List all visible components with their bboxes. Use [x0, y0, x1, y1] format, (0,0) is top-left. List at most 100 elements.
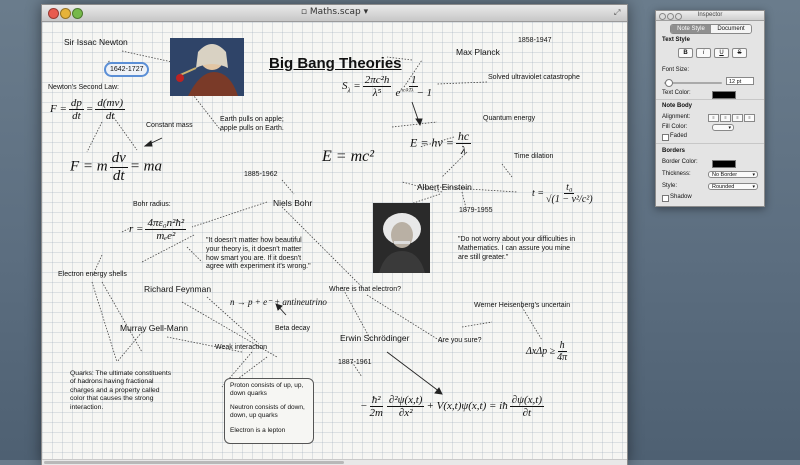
border-style-value: Rounded — [712, 184, 735, 190]
note-electron-shells[interactable]: Electron energy shells — [58, 271, 127, 280]
note-neutron: Neutron consists of down, down, up quark… — [230, 404, 305, 420]
note-constant-mass[interactable]: Constant mass — [146, 122, 193, 131]
note-quarks[interactable]: Quarks: The ultimate constituents of had… — [70, 370, 172, 412]
einstein-portrait-icon — [373, 203, 430, 273]
fill-color-label: Fill Color: — [662, 124, 688, 130]
note-bohr[interactable]: Niels Bohr — [273, 198, 312, 209]
thickness-label: Thickness: — [662, 171, 691, 177]
window-title: ▫ Maths.scap ▾ — [300, 7, 369, 17]
note-second-law-formula[interactable]: F = dp dt = d(mv) dt — [50, 97, 127, 122]
faded-label: Faded — [670, 133, 688, 139]
align-right-icon[interactable]: ≡ — [732, 114, 743, 122]
note-where-electron[interactable]: Where is that electron? — [329, 286, 401, 295]
italic-button[interactable]: i — [696, 48, 711, 58]
note-newton-years[interactable]: 1642-1727 — [104, 62, 150, 77]
note-proton: Proton consists of up, up, down quarks — [230, 382, 304, 398]
title-menu-chevron-icon[interactable]: ▾ — [364, 7, 369, 17]
note-bohr-radius-formula[interactable]: r = 4πε₀n²ħ² mₑe² — [129, 217, 188, 242]
note-schrodinger-equation[interactable]: − ħ² 2m ∂²ψ(x,t) ∂x² + V(x,t)ψ(x,t) = iħ ∂ψ(x,… — [360, 394, 546, 419]
newton-portrait-image[interactable] — [170, 38, 244, 96]
note-beta-equation[interactable]: n → p + e⁻ + antineutrino — [230, 297, 327, 308]
underline-button[interactable]: U — [714, 48, 729, 58]
scapple-window: ▫ Maths.scap ▾ ⤢ Big Bang Theories Sir I… — [41, 4, 628, 465]
note-earth-apple[interactable]: Earth pulls on apple; apple pulls on Ear… — [220, 116, 302, 134]
note-schrodinger-years[interactable]: 1887-1961 — [338, 359, 371, 368]
note-einstein-quote[interactable]: "Do not worry about your difficulties in… — [458, 236, 578, 262]
note-time-dilation[interactable]: Time dilation — [514, 153, 553, 162]
note-planck[interactable]: Max Planck — [456, 47, 500, 58]
inspector-title-bar[interactable]: Inspector — [656, 11, 764, 21]
note-hadron-box[interactable]: Proton consists of up, up, down quarks N… — [224, 378, 314, 444]
note-planck-years[interactable]: 1858-1947 — [518, 37, 551, 46]
border-color-swatch[interactable] — [712, 160, 736, 168]
note-schrodinger[interactable]: Erwin Schrödinger — [340, 333, 409, 344]
note-are-you-sure[interactable]: Are you sure? — [438, 337, 482, 346]
inspector-panel: Inspector Note Style Document Text Style… — [655, 10, 765, 207]
note-quantum-energy[interactable]: Quantum energy — [483, 115, 535, 124]
newton-portrait-icon — [170, 38, 244, 96]
shadow-label: Shadow — [670, 194, 692, 200]
note-electron: Electron is a lepton — [230, 426, 286, 434]
align-justify-icon[interactable]: ≡ — [744, 114, 755, 122]
note-body-heading: Note Body — [662, 103, 692, 109]
thickness-value: No Border — [712, 172, 738, 178]
note-second-law[interactable]: Newton's Second Law: — [48, 84, 119, 93]
canvas-title[interactable]: Big Bang Theories — [269, 55, 402, 72]
inspector-close-icon[interactable] — [659, 13, 666, 20]
inspector-zoom-icon[interactable] — [675, 13, 682, 20]
border-style-chevron-icon: ▾ — [752, 184, 755, 190]
note-heisenberg-formula[interactable]: ΔxΔp ≥ h 4π — [526, 340, 569, 363]
note-bohr-radius[interactable]: Bohr radius: — [133, 201, 171, 210]
style-label: Style: — [662, 183, 678, 189]
note-gellmann[interactable]: Murray Gell-Mann — [120, 323, 188, 334]
tab-document[interactable]: Document — [711, 25, 751, 33]
divider — [656, 143, 764, 144]
bold-button[interactable]: B — [678, 48, 693, 58]
inspector-tabs: Note Style Document — [670, 24, 752, 34]
note-beta-decay[interactable]: Beta decay — [275, 325, 310, 334]
horizontal-scroll-thumb[interactable] — [44, 461, 344, 464]
note-energy-formula[interactable]: E = hν = hc λ — [410, 129, 473, 157]
borders-heading: Borders — [662, 148, 686, 154]
einstein-portrait-image[interactable] — [373, 203, 430, 273]
mind-map-canvas[interactable]: Big Bang Theories Sir Issac Newton 1642-… — [42, 22, 627, 465]
alignment-buttons: ≡ ≡ ≡ ≡ — [708, 114, 756, 122]
note-planck-formula[interactable]: Sλ = 2πc²h λ⁵ 1 ehc/kTλ − 1 — [342, 74, 434, 99]
align-center-icon[interactable]: ≡ — [720, 114, 731, 122]
title-bar[interactable]: ▫ Maths.scap ▾ ⤢ — [42, 5, 627, 22]
border-color-label: Border Color: — [662, 159, 698, 165]
alignment-label: Alignment: — [662, 114, 691, 120]
text-color-label: Text Color: — [662, 90, 691, 96]
tab-note-style[interactable]: Note Style — [671, 25, 711, 33]
shadow-checkbox[interactable] — [662, 195, 669, 202]
border-style-popup[interactable]: Rounded ▾ — [708, 183, 758, 190]
note-feynman-quote[interactable]: "It doesn't matter how beautiful your th… — [206, 237, 312, 272]
fill-color-popup[interactable]: ▾ — [712, 124, 734, 131]
inspector-title: Inspector — [697, 12, 723, 18]
thickness-chevron-icon: ▾ — [752, 172, 755, 178]
note-weak-interaction[interactable]: Weak interaction — [215, 344, 267, 353]
note-bohr-years[interactable]: 1885-1962 — [244, 171, 277, 180]
note-feynman[interactable]: Richard Feynman — [144, 284, 211, 295]
font-size-field[interactable]: 12 pt — [726, 77, 754, 85]
note-force-formula[interactable]: F = m dv dt = ma — [70, 150, 162, 184]
align-left-icon[interactable]: ≡ — [708, 114, 719, 122]
text-color-swatch[interactable] — [712, 91, 736, 99]
note-einstein[interactable]: Albert Einstein — [417, 182, 472, 193]
note-einstein-years[interactable]: 1879-1955 — [459, 207, 492, 216]
faded-checkbox[interactable] — [662, 134, 669, 141]
divider — [656, 99, 764, 100]
document-icon: ▫ — [300, 7, 307, 17]
strikethrough-button[interactable]: S — [732, 48, 747, 58]
fill-color-chevron-icon: ▾ — [728, 125, 731, 131]
note-time-dilation-formula[interactable]: t = t₀ √(1 − v²/c²) — [532, 182, 595, 205]
thickness-popup[interactable]: No Border ▾ — [708, 171, 758, 178]
fullscreen-icon[interactable]: ⤢ — [614, 8, 623, 17]
note-uv-catastrophe[interactable]: Solved ultraviolet catastrophe — [488, 74, 580, 83]
font-size-slider-knob[interactable] — [665, 79, 673, 87]
note-heisenberg[interactable]: Werner Heisenberg's uncertain — [474, 302, 570, 311]
note-newton[interactable]: Sir Issac Newton — [64, 37, 128, 48]
inspector-minimize-icon[interactable] — [667, 13, 674, 20]
font-size-label: Font Size: — [662, 67, 690, 73]
note-emc2[interactable]: E = mc² — [322, 148, 374, 166]
